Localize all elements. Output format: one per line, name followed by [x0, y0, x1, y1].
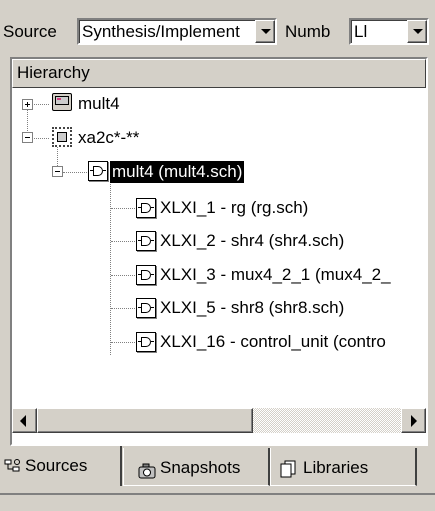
schematic-icon	[136, 265, 156, 285]
tree-item-mult4-sch[interactable]: mult4 (mult4.sch)	[110, 161, 245, 183]
tree-item-xlxi-1[interactable]: XLXI_1 - rg (rg.sch)	[158, 197, 310, 219]
hierarchy-tree: mult4 xa2c*-** mult4 (mult4.sch) XLXI_1 …	[12, 88, 426, 408]
collapse-icon[interactable]	[52, 166, 63, 177]
tab-libraries-label: Libraries	[303, 458, 369, 477]
number-dropdown-button[interactable]	[407, 20, 427, 43]
tab-sources-label: Sources	[25, 456, 88, 475]
tree-connector	[34, 138, 49, 139]
source-dropdown[interactable]: Synthesis/Implement	[77, 18, 277, 45]
tree-connector	[111, 308, 137, 309]
source-dropdown-value: Synthesis/Implement	[82, 22, 240, 41]
tab-snapshots-label: Snapshots	[160, 458, 241, 477]
tree-connector	[63, 172, 87, 173]
number-dropdown[interactable]: Ll	[349, 18, 429, 45]
schematic-icon	[136, 332, 156, 352]
schematic-icon	[136, 298, 156, 318]
tree-item-xlxi-2[interactable]: XLXI_2 - shr4 (shr4.sch)	[158, 230, 346, 252]
collapse-icon[interactable]	[22, 132, 33, 143]
tree-connector	[110, 184, 111, 355]
chip-icon	[52, 127, 72, 147]
monitor-icon	[52, 93, 72, 111]
arrow-left-icon	[20, 415, 26, 427]
scroll-thumb[interactable]	[37, 408, 253, 433]
tree-connector	[111, 342, 137, 343]
tree-connector	[111, 208, 137, 209]
expand-icon[interactable]	[22, 99, 33, 110]
tree-item-xlxi-5[interactable]: XLXI_5 - shr8 (shr8.sch)	[158, 297, 346, 319]
source-dropdown-button[interactable]	[255, 20, 275, 43]
number-label: Numb	[285, 22, 331, 41]
tab-libraries[interactable]: Libraries	[270, 448, 417, 486]
tab-snapshots[interactable]: Snapshots	[123, 448, 270, 486]
tree-item-xlxi-3[interactable]: XLXI_3 - mux4_2_1 (mux4_2_	[158, 264, 393, 286]
hierarchy-header[interactable]: Hierarchy	[12, 59, 426, 88]
chevron-down-icon	[261, 29, 271, 34]
number-dropdown-value: Ll	[354, 22, 368, 41]
schematic-icon	[136, 198, 156, 218]
schematic-icon	[136, 231, 156, 251]
toolbar: Source Synthesis/Implement Numb Ll	[0, 0, 435, 54]
source-label: Source	[3, 22, 57, 41]
tab-strip-border	[0, 493, 435, 495]
sources-icon	[4, 458, 22, 476]
horizontal-scrollbar[interactable]	[12, 408, 426, 433]
camera-icon	[138, 462, 156, 480]
tree-connector	[111, 241, 137, 242]
tree-item-xlxi-16[interactable]: XLXI_16 - control_unit (contro	[158, 331, 388, 353]
tree-item-device[interactable]: xa2c*-**	[76, 127, 141, 149]
schematic-icon	[88, 161, 108, 181]
tree-connector	[111, 275, 137, 276]
scroll-left-button[interactable]	[12, 408, 37, 433]
panel-tabs: Sources Snapshots Libraries	[0, 446, 435, 511]
tab-sources[interactable]: Sources	[0, 446, 122, 486]
arrow-right-icon	[411, 415, 417, 427]
tree-connector	[34, 104, 49, 105]
tree-item-mult4-project[interactable]: mult4	[76, 93, 122, 115]
chevron-down-icon	[413, 29, 423, 34]
scroll-right-button[interactable]	[401, 408, 426, 433]
libraries-icon	[279, 460, 297, 478]
hierarchy-panel: Hierarchy mult4 xa2c*-** mult4 (mult4.sc…	[10, 57, 428, 446]
